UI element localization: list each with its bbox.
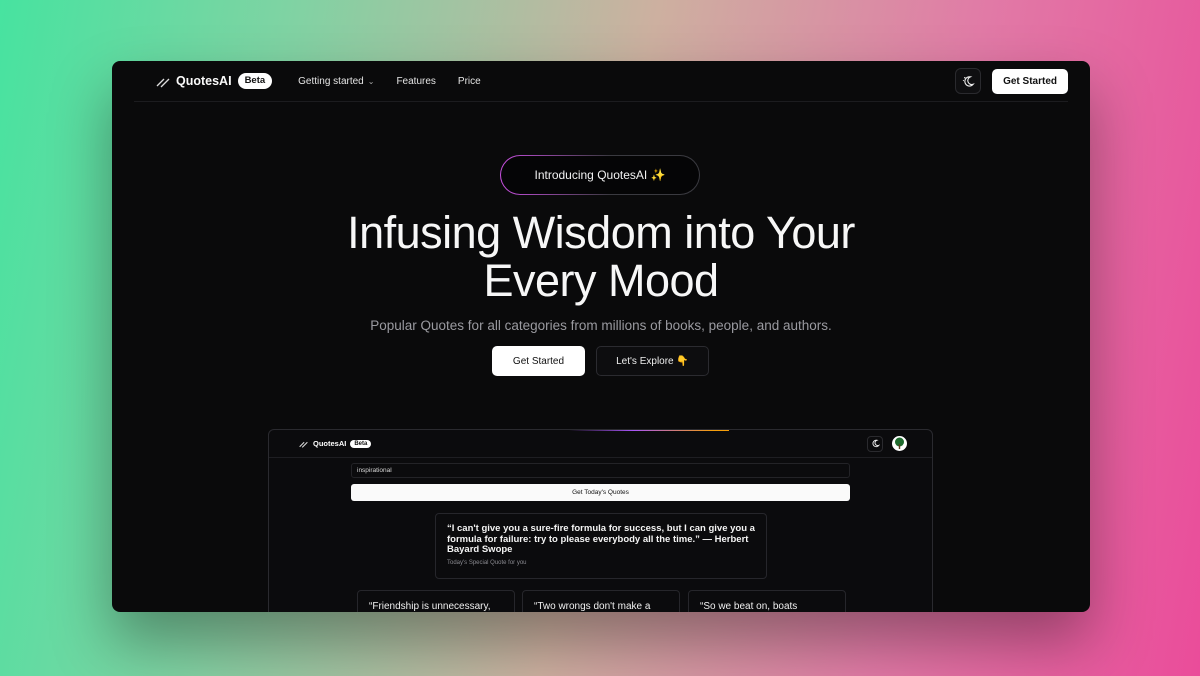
- theme-toggle-button[interactable]: [955, 68, 982, 94]
- hero-subheadline: Popular Quotes for all categories from m…: [370, 318, 832, 333]
- headline-line-1: Infusing Wisdom into Your: [347, 207, 855, 258]
- lets-explore-button[interactable]: Let's Explore 👇: [596, 346, 709, 376]
- app-preview: QuotesAI Beta inspirational Get Today's …: [268, 429, 933, 612]
- chevron-down-icon: ⌄: [367, 76, 375, 86]
- nav-getting-started[interactable]: Getting started ⌄: [298, 76, 374, 87]
- beta-badge: Beta: [237, 73, 273, 89]
- moon-sun-icon: [962, 75, 975, 87]
- get-started-nav-button[interactable]: Get Started: [992, 68, 1068, 94]
- featured-quote-text: “I can't give you a sure-fire formula fo…: [447, 523, 755, 555]
- nav-features[interactable]: Features: [396, 76, 435, 87]
- brand-name[interactable]: QuotesAI: [176, 74, 232, 88]
- hero-buttons: Get Started Let's Explore 👇: [492, 346, 709, 376]
- get-started-button[interactable]: Get Started: [492, 346, 585, 376]
- preview-quote-card: “Two wrongs don't make a: [522, 590, 680, 612]
- preview-nav: QuotesAI Beta: [269, 430, 932, 458]
- preview-get-quotes-button: Get Today's Quotes: [351, 484, 850, 501]
- nav-price[interactable]: Price: [458, 76, 481, 87]
- headline-line-2: Every Mood: [483, 255, 719, 306]
- nav-links: Getting started ⌄ Features Price: [298, 76, 481, 87]
- nav-actions: Get Started: [955, 68, 1068, 94]
- introducing-pill[interactable]: Introducing QuotesAI ✨: [500, 155, 700, 195]
- hero-headline: Infusing Wisdom into Your Every Mood: [112, 209, 1090, 305]
- preview-quote-card: “So we beat on, boats: [688, 590, 846, 612]
- featured-quote-caption: Today's Special Quote for you: [447, 559, 527, 566]
- tree-avatar-icon: [892, 436, 907, 451]
- slash-logo-icon[interactable]: [156, 74, 170, 88]
- preview-moon-sun-icon: [872, 439, 880, 448]
- preview-search-input: inspirational: [351, 463, 850, 478]
- preview-slash-logo-icon: [299, 439, 308, 448]
- preview-theme-toggle: [867, 435, 883, 452]
- preview-brand-name: QuotesAI: [313, 439, 347, 448]
- preview-beta-badge: Beta: [350, 439, 372, 448]
- preview-nav-actions: [867, 435, 907, 452]
- preview-featured-quote-card: “I can't give you a sure-fire formula fo…: [435, 513, 767, 579]
- top-nav: QuotesAI Beta Getting started ⌄ Features…: [134, 61, 1068, 102]
- app-window: QuotesAI Beta Getting started ⌄ Features…: [112, 61, 1090, 612]
- preview-quote-card: “Friendship is unnecessary,: [357, 590, 515, 612]
- nav-getting-started-label: Getting started: [298, 75, 364, 87]
